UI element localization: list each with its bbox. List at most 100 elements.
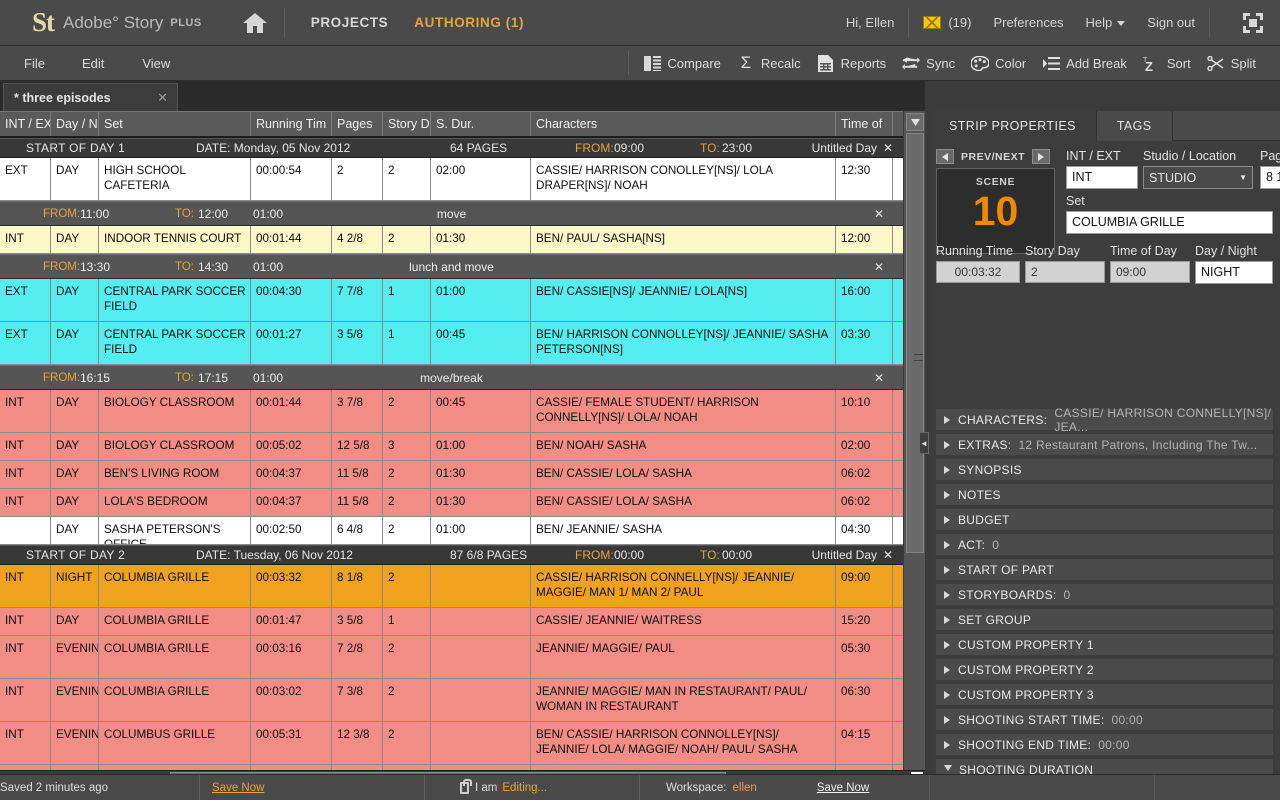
strip-cell[interactable]: EVENING xyxy=(51,679,99,721)
strip-cell[interactable]: 3 xyxy=(383,433,431,460)
strip-cell[interactable]: DAY xyxy=(51,226,99,253)
strip-cell[interactable]: 2 xyxy=(383,489,431,516)
tab-tags[interactable]: TAGS xyxy=(1096,111,1173,141)
save-now-link-2[interactable]: Save Now xyxy=(817,782,869,794)
strip-cell[interactable]: 2 xyxy=(383,636,431,678)
close-icon[interactable]: ✕ xyxy=(874,371,884,385)
strip-cell[interactable]: 2 xyxy=(332,158,383,200)
grid-column-header[interactable]: Running Tim xyxy=(251,112,332,136)
strip-cell[interactable]: 01:00 xyxy=(431,279,531,321)
studio-location-select[interactable]: STUDIO ▼ xyxy=(1143,166,1253,189)
strip-cell[interactable]: 8 1/8 xyxy=(332,565,383,607)
strip-cell[interactable]: BEN/ PAUL/ SASHA[NS] xyxy=(531,226,836,253)
panel-collapse-handle[interactable]: ◄ xyxy=(919,432,929,454)
strip-cell[interactable]: DAY xyxy=(51,433,99,460)
strip-cell[interactable]: LOLA'S BEDROOM xyxy=(99,489,251,516)
strip-cell[interactable]: 00:04:37 xyxy=(251,461,332,488)
grid-column-header[interactable]: Set xyxy=(99,112,251,136)
strip-cell[interactable]: BIOLOGY CLASSROOM xyxy=(99,433,251,460)
preferences-link[interactable]: Preferences xyxy=(993,15,1063,30)
schedule-strip-row[interactable]: INT DAY LOLA'S BEDROOM 00:04:37 11 5/8 2 01:30… xyxy=(0,489,903,517)
schedule-strip-row[interactable]: INT NIGHT COLUMBIA GRILLE 00:03:32 8 1/8 2 CAS… xyxy=(0,565,903,608)
strip-cell[interactable]: HIGH SCHOOL CAFETERIA xyxy=(99,158,251,200)
strip-cell[interactable]: 4 2/8 xyxy=(332,226,383,253)
strip-cell[interactable]: 2 xyxy=(383,722,431,764)
strip-cell[interactable]: INT xyxy=(0,636,51,678)
strip-cell[interactable]: DAY xyxy=(51,489,99,516)
strip-cell[interactable]: 6 4/8 xyxy=(332,517,383,544)
set-input[interactable]: COLUMBIA GRILLE xyxy=(1066,211,1273,234)
strip-cell[interactable]: INT xyxy=(0,679,51,721)
strip-cell[interactable]: 00:03:32 xyxy=(251,565,332,607)
strip-cell[interactable]: 3 7/8 xyxy=(332,390,383,432)
schedule-strip-row[interactable]: INT DAY COLUMBIA GRILLE 00:01:47 3 5/8 1 CASSI… xyxy=(0,608,903,636)
grid-column-header[interactable]: Story Da xyxy=(383,112,431,136)
strip-cell[interactable]: 2 xyxy=(383,565,431,607)
day-name[interactable]: Untitled Day xyxy=(812,548,877,562)
break-band[interactable]: move/break FROM: 16:15 TO: 17:15 01:00 ✕ xyxy=(0,365,903,390)
strip-cell[interactable]: 11 5/8 xyxy=(332,489,383,516)
strip-cell[interactable]: CASSIE/ HARRISON CONOLLEY[NS]/ LOLA DRAP… xyxy=(531,158,836,200)
strip-cell[interactable]: 2 xyxy=(383,390,431,432)
strip-cell[interactable]: 1 xyxy=(383,608,431,635)
strip-cell[interactable]: 01:30 xyxy=(431,489,531,516)
strip-cell[interactable]: EVENING xyxy=(51,636,99,678)
strip-cell[interactable]: 00:01:27 xyxy=(251,322,332,364)
toolbar-color-button[interactable]: Color xyxy=(971,54,1026,72)
break-band[interactable]: lunch and move FROM: 13:30 TO: 14:30 01:00 ✕ xyxy=(0,254,903,279)
strip-cell[interactable]: DAY xyxy=(51,158,99,200)
strip-cell[interactable]: 7 3/8 xyxy=(332,679,383,721)
strip-cell[interactable]: CASSIE/ JEANNIE/ WAITRESS xyxy=(531,608,836,635)
strip-cell[interactable]: 00:01:44 xyxy=(251,390,332,432)
home-icon[interactable] xyxy=(240,8,270,38)
strip-cell[interactable]: 00:03:16 xyxy=(251,636,332,678)
strip-cell[interactable]: DAY xyxy=(51,390,99,432)
property-accordion[interactable]: ACT: 0 xyxy=(936,534,1273,555)
strip-cell[interactable]: BEN/ CASSIE/ LOLA/ SASHA xyxy=(531,489,836,516)
toolbar-recalc-button[interactable]: Σ Recalc xyxy=(737,53,801,72)
strip-cell[interactable] xyxy=(431,679,531,721)
fullscreen-icon[interactable] xyxy=(1242,12,1264,34)
property-accordion[interactable]: CUSTOM PROPERTY 3 xyxy=(936,684,1273,705)
strip-cell[interactable]: INDOOR TENNIS COURT xyxy=(99,226,251,253)
strip-cell[interactable]: 00:03:02 xyxy=(251,679,332,721)
strip-cell[interactable]: 3 5/8 xyxy=(332,322,383,364)
strip-cell[interactable]: EXT xyxy=(0,279,51,321)
close-icon[interactable]: ✕ xyxy=(883,141,893,155)
strip-cell[interactable]: 00:45 xyxy=(431,322,531,364)
strip-cell[interactable]: 7 2/8 xyxy=(332,636,383,678)
strip-cell[interactable]: 06:02 xyxy=(836,461,893,488)
strip-cell[interactable]: 01:30 xyxy=(431,226,531,253)
strip-cell[interactable]: INT xyxy=(0,226,51,253)
strip-cell[interactable]: 00:04:30 xyxy=(251,279,332,321)
schedule-strip-row[interactable]: INTEVENINGCOLUMBUS GRILLE00:05:3112 3/82… xyxy=(0,722,903,765)
strip-cell[interactable] xyxy=(431,636,531,678)
strip-cell[interactable] xyxy=(431,608,531,635)
strip-cell[interactable]: CASSIE/ HARRISON CONNELLY[NS]/ JEANNIE/ … xyxy=(531,565,836,607)
strip-cell[interactable]: BEN/ CASSIE[NS]/ JEANNIE/ LOLA[NS] xyxy=(531,279,836,321)
schedule-strip-row[interactable]: INT DAY INDOOR TENNIS COURT 00:01:44 4 2/8 2 0… xyxy=(0,226,903,254)
schedule-strip-row[interactable]: INT DAY BIOLOGY CLASSROOM 00:05:02 12 5/8 3 01… xyxy=(0,433,903,461)
strip-cell[interactable]: BEN/ HARRISON CONNOLLEY[NS]/ JEANNIE/ SA… xyxy=(531,322,836,364)
strip-cell[interactable]: 06:30 xyxy=(836,679,893,721)
toolbar-reports-button[interactable]: Reports xyxy=(817,54,886,72)
save-now-link-1[interactable]: Save Now xyxy=(212,782,264,794)
schedule-strip-row[interactable]: INTEVENINGCOLUMBIA GRILLE00:03:027 3/82 J… xyxy=(0,679,903,722)
property-accordion[interactable]: CHARACTERS: CASSIE/ HARRISON CONNELLY[NS]… xyxy=(936,406,1273,434)
strip-cell[interactable]: INT xyxy=(0,433,51,460)
strip-cell[interactable]: 1 xyxy=(383,279,431,321)
strip-cell[interactable]: COLUMBIA GRILLE xyxy=(99,636,251,678)
strip-cell[interactable]: 00:02:50 xyxy=(251,517,332,544)
property-accordion[interactable]: CUSTOM PROPERTY 1 xyxy=(936,634,1273,655)
property-accordion[interactable]: SHOOTING START TIME: 00:00 xyxy=(936,709,1273,730)
strip-cell[interactable]: 3 5/8 xyxy=(332,608,383,635)
strip-cell[interactable]: DAY xyxy=(51,279,99,321)
strip-cell[interactable]: BIOLOGY CLASSROOM xyxy=(99,390,251,432)
strip-cell[interactable]: BEN/ JEANNIE/ SASHA xyxy=(531,517,836,544)
grid-column-header[interactable]: S. Dur. xyxy=(431,112,531,136)
int-ext-input[interactable]: INT xyxy=(1066,166,1138,189)
strip-cell[interactable]: 2 xyxy=(383,158,431,200)
strip-cell[interactable]: INT xyxy=(0,390,51,432)
close-icon[interactable]: ✕ xyxy=(874,207,884,221)
strip-cell[interactable]: INT xyxy=(0,565,51,607)
